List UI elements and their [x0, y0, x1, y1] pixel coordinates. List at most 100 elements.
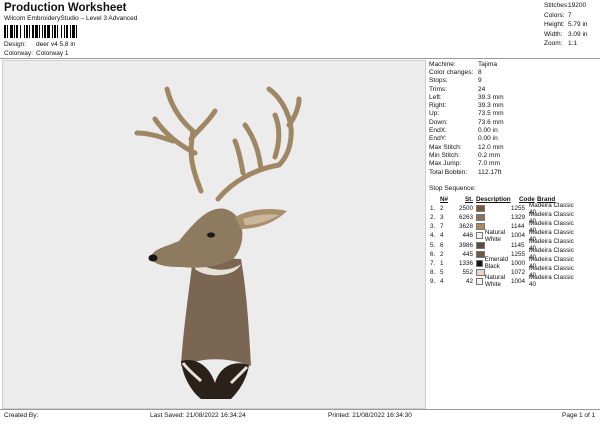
- info-row: Min Stitch: 0.2 mm: [429, 151, 599, 159]
- info-row: Up: 73.5 mm: [429, 110, 599, 118]
- info-value: 12.0 mm: [478, 143, 504, 151]
- stop-number: 6.: [430, 250, 436, 258]
- info-label: Right:: [429, 102, 447, 110]
- software-subtitle: Wilcom EmbroideryStudio – Level 3 Advanc…: [4, 15, 138, 22]
- needle-number: 2: [440, 250, 444, 258]
- created-by: Created By:: [4, 412, 39, 419]
- info-label: Left:: [429, 93, 442, 101]
- stitch-count: 42: [465, 277, 473, 285]
- info-row: Right: 39.3 mm: [429, 101, 599, 109]
- info-value: 0.2 mm: [478, 151, 500, 159]
- info-label: Down:: [429, 118, 448, 126]
- stat-value: 19200: [568, 2, 587, 10]
- info-value: Tajima: [478, 60, 498, 68]
- colorway-value: Colorway 1: [36, 50, 69, 57]
- info-row: EndX: 0.00 in: [429, 126, 599, 134]
- needle-number: 5: [440, 268, 444, 276]
- stat-row: Zoom: 1:1: [544, 39, 598, 49]
- stat-row: Stitches: 19200: [544, 1, 598, 11]
- thread-code: 1000: [511, 259, 526, 267]
- footer-divider: [0, 409, 600, 410]
- info-label: EndY:: [429, 135, 447, 143]
- stat-label: Colors:: [544, 11, 565, 19]
- thread-code: 1072: [511, 268, 526, 276]
- col-description: Description: [476, 196, 511, 204]
- colorway-row: Colorway: Colorway 1: [4, 50, 69, 57]
- stop-number: 7.: [430, 259, 436, 267]
- design-value: deer v4 5,8 in: [36, 41, 76, 48]
- info-row: EndY: 0.00 in: [429, 135, 599, 143]
- thread-code: 1145: [511, 241, 525, 249]
- stitch-count: 445: [462, 250, 473, 258]
- table-row: 9. 4 42 Natural White 1004 Madeira Classic 40: [430, 274, 598, 289]
- info-label: Machine:: [429, 60, 456, 68]
- stat-label: Height:: [544, 21, 565, 29]
- needle-number: 3: [440, 214, 444, 222]
- stitch-count: 2500: [458, 205, 473, 213]
- info-label: Total Bobbin:: [429, 168, 468, 176]
- color-swatch: [476, 259, 483, 267]
- thread-description: Natural White: [484, 274, 506, 289]
- worksheet-title: Production Worksheet: [4, 2, 127, 14]
- info-row: Max Jump: 7.0 mm: [429, 160, 599, 168]
- info-label: Max Jump:: [429, 160, 462, 168]
- printed-date: Printed: 21/08/2022 16:34:30: [328, 412, 412, 419]
- info-row: Down: 73.6 mm: [429, 118, 599, 126]
- stat-label: Zoom:: [544, 40, 563, 48]
- color-swatch: [476, 241, 485, 249]
- stats-panel: Stitches: 19200 Colors: 7 Height: 5.79 in W…: [544, 1, 598, 49]
- stat-value: 5.79 in: [568, 21, 588, 29]
- info-row: Total Bobbin: 112.17ft: [429, 168, 599, 176]
- stitch-count: 1336: [458, 259, 473, 267]
- info-value: 0.00 in: [478, 127, 498, 135]
- thread-code: 1004: [511, 232, 526, 240]
- col-n: N#: [440, 196, 449, 204]
- info-row: Machine: Tajima: [429, 60, 599, 68]
- stop-sequence-heading: Stop Sequence:: [429, 185, 476, 192]
- info-label: Max Stitch:: [429, 143, 462, 151]
- deer-embroidery-image: [134, 86, 302, 399]
- stat-value: 1:1: [568, 40, 578, 48]
- needle-number: 1: [440, 259, 444, 267]
- info-value: 73.6 mm: [478, 118, 504, 126]
- info-value: 24: [478, 85, 486, 93]
- color-cell: [473, 241, 511, 249]
- stop-sequence-table: N# St. Description Code Brand 1. 2 2500 125…: [430, 195, 598, 289]
- stop-number: 5.: [430, 241, 436, 249]
- stat-label: Stitches:: [544, 2, 569, 10]
- page-number: Page 1 of 1: [562, 412, 596, 419]
- stop-number: 2.: [430, 214, 436, 222]
- info-label: Up:: [429, 110, 440, 118]
- last-saved: Last Saved: 21/08/2022 16:34:24: [150, 412, 246, 419]
- needle-number: 4: [440, 277, 444, 285]
- thread-code: 1255: [511, 205, 526, 213]
- thread-code: 1255: [511, 250, 526, 258]
- color-swatch: [476, 232, 483, 240]
- barcode-bar: [77, 25, 79, 38]
- design-preview: [2, 60, 426, 409]
- col-st: St.: [464, 196, 473, 204]
- stitch-count: 3628: [458, 223, 473, 231]
- needle-number: 4: [440, 232, 444, 240]
- stitch-count: 3986: [458, 241, 473, 249]
- stop-number: 8.: [430, 268, 436, 276]
- stop-number: 1.: [430, 205, 436, 213]
- stitch-count: 6263: [458, 214, 473, 222]
- stat-row: Width: 3.09 in: [544, 30, 598, 40]
- info-value: 0.00 in: [478, 135, 498, 143]
- info-row: Stops: 9: [429, 77, 599, 85]
- stat-label: Width:: [544, 30, 563, 38]
- info-label: Stops:: [429, 77, 448, 85]
- thread-code: 1004: [511, 277, 526, 285]
- needle-number: 6: [440, 241, 444, 249]
- machine-info-panel: Machine: Tajima Color changes: 8 Stops: 9 T…: [429, 60, 599, 176]
- info-label: EndX:: [429, 127, 447, 135]
- info-row: Max Stitch: 12.0 mm: [429, 143, 599, 151]
- info-value: 39.3 mm: [478, 93, 504, 101]
- stitch-count: 446: [462, 232, 473, 240]
- stat-row: Height: 5.79 in: [544, 20, 598, 30]
- stitch-count: 552: [462, 268, 473, 276]
- stop-number: 3.: [430, 223, 436, 231]
- info-label: Color changes:: [429, 68, 474, 76]
- info-row: Trims: 24: [429, 85, 599, 93]
